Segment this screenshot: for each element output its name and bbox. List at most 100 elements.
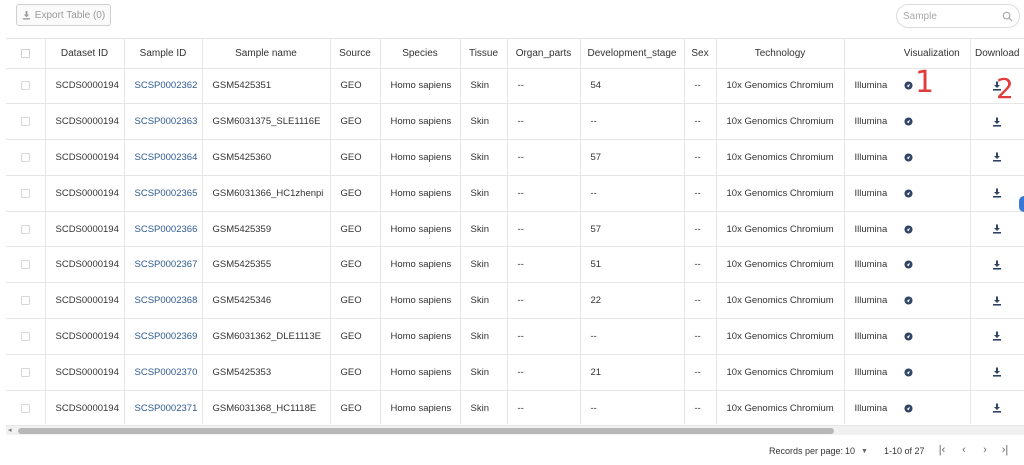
- table-row: SCDS0000194 SCSP0002366 GSM5425359 GEO Homo …: [6, 211, 1024, 248]
- column-header-organ-parts[interactable]: Organ_parts: [507, 39, 581, 69]
- sex-cell: --: [684, 390, 717, 424]
- page-range: 1-10 of 27: [884, 446, 925, 456]
- organ-parts-cell: --: [507, 211, 581, 248]
- sample-id-link[interactable]: SCSP0002371: [124, 390, 203, 424]
- column-header-dataset-id[interactable]: Dataset ID: [45, 39, 125, 69]
- tissue-cell: Skin: [460, 246, 508, 284]
- row-checkbox[interactable]: [20, 224, 30, 234]
- horizontal-scrollbar[interactable]: ◂: [6, 425, 1024, 435]
- row-checkbox[interactable]: [20, 403, 30, 413]
- column-header-sample-name[interactable]: Sample name: [202, 39, 331, 69]
- eye-circle-icon[interactable]: [904, 81, 913, 90]
- sample-id-link[interactable]: SCSP0002369: [124, 318, 203, 355]
- sample-id-link[interactable]: SCSP0002364: [124, 139, 203, 176]
- eye-circle-icon[interactable]: [904, 117, 913, 126]
- scrollbar-thumb[interactable]: [18, 428, 834, 434]
- column-header-development-stage[interactable]: Development_stage: [580, 39, 685, 69]
- select-all-checkbox-cell[interactable]: [6, 39, 46, 69]
- download-icon[interactable]: [992, 331, 1002, 342]
- sex-cell: --: [684, 246, 717, 284]
- select-all-checkbox[interactable]: [20, 48, 30, 58]
- species-cell: Homo sapiens: [380, 282, 461, 320]
- eye-circle-icon[interactable]: [904, 296, 913, 305]
- download-icon[interactable]: [992, 152, 1002, 163]
- column-header-source[interactable]: Source: [330, 39, 381, 69]
- column-header-visualization[interactable]: Visualization: [894, 39, 971, 69]
- scroll-left-arrow-icon[interactable]: ◂: [8, 427, 14, 434]
- technology-cell: 10x Genomics Chromium: [716, 354, 845, 391]
- row-checkbox[interactable]: [20, 188, 30, 198]
- row-checkbox-cell[interactable]: [6, 282, 46, 320]
- column-header-download[interactable]: Download: [970, 39, 1024, 69]
- last-page-icon[interactable]: ›|: [999, 444, 1011, 458]
- row-checkbox-cell[interactable]: [6, 390, 46, 424]
- eye-circle-icon[interactable]: [904, 153, 913, 162]
- export-table-button[interactable]: Export Table (0): [16, 4, 111, 26]
- row-checkbox-cell[interactable]: [6, 103, 46, 141]
- download-icon[interactable]: [992, 260, 1002, 270]
- download-icon[interactable]: [992, 188, 1002, 198]
- eye-circle-icon[interactable]: [904, 368, 913, 377]
- row-checkbox-cell[interactable]: [6, 139, 46, 176]
- source-cell: GEO: [330, 139, 381, 176]
- sample-name-cell: GSM6031368_HC1118E: [202, 390, 331, 424]
- column-header-technology[interactable]: Technology: [716, 39, 845, 69]
- download-icon[interactable]: [992, 367, 1002, 377]
- row-checkbox[interactable]: [20, 152, 30, 162]
- row-checkbox[interactable]: [20, 367, 30, 377]
- first-page-icon[interactable]: |‹: [936, 444, 948, 458]
- row-checkbox[interactable]: [20, 117, 30, 127]
- sample-id-link[interactable]: SCSP0002367: [124, 246, 203, 284]
- column-header-sex[interactable]: Sex: [684, 39, 717, 69]
- floating-side-button[interactable]: [1019, 196, 1024, 212]
- sample-id-link[interactable]: SCSP0002366: [124, 211, 203, 248]
- eye-circle-icon[interactable]: [904, 332, 913, 341]
- development-stage-cell: 54: [580, 68, 685, 105]
- row-checkbox[interactable]: [20, 81, 30, 91]
- eye-circle-icon[interactable]: [904, 403, 913, 413]
- search-input[interactable]: [903, 8, 999, 24]
- visualization-cell: [894, 354, 971, 391]
- sample-id-link[interactable]: SCSP0002368: [124, 282, 203, 320]
- eye-circle-icon[interactable]: [904, 225, 913, 234]
- column-header-tissue[interactable]: Tissue: [460, 39, 508, 69]
- sample-id-link[interactable]: SCSP0002362: [124, 68, 203, 105]
- row-checkbox-cell[interactable]: [6, 246, 46, 284]
- sample-id-link[interactable]: SCSP0002363: [124, 103, 203, 141]
- row-checkbox-cell[interactable]: [6, 211, 46, 248]
- download-icon[interactable]: [992, 296, 1002, 306]
- pinned-row: [894, 175, 1024, 212]
- previous-page-icon[interactable]: ‹: [958, 444, 970, 458]
- row-checkbox[interactable]: [20, 331, 30, 341]
- next-page-icon[interactable]: ›: [979, 444, 991, 458]
- dataset-id-cell: SCDS0000194: [45, 354, 125, 391]
- sample-id-link[interactable]: SCSP0002365: [124, 175, 203, 212]
- visualization-cell: [894, 175, 971, 212]
- sample-id-link[interactable]: SCSP0002370: [124, 354, 203, 391]
- download-icon[interactable]: [992, 117, 1002, 127]
- pinned-row: [894, 211, 1024, 248]
- source-cell: GEO: [330, 318, 381, 355]
- visualization-cell: [894, 211, 971, 248]
- tissue-cell: Skin: [460, 175, 508, 212]
- development-stage-cell: 21: [580, 354, 685, 391]
- row-checkbox-cell[interactable]: [6, 68, 46, 105]
- search-box[interactable]: [896, 4, 1020, 28]
- row-checkbox-cell[interactable]: [6, 175, 46, 212]
- eye-circle-icon[interactable]: [904, 260, 913, 269]
- download-icon[interactable]: [992, 403, 1002, 413]
- development-stage-cell: --: [580, 390, 685, 424]
- row-checkbox[interactable]: [20, 296, 30, 306]
- sample-name-cell: GSM5425359: [202, 211, 331, 248]
- column-header-species[interactable]: Species: [380, 39, 461, 69]
- pagination: Records per page: 10 ▼ 1-10 of 27 |‹ ‹ ›…: [0, 440, 1024, 462]
- row-checkbox-cell[interactable]: [6, 354, 46, 391]
- eye-circle-icon[interactable]: [904, 189, 913, 198]
- row-checkbox[interactable]: [20, 260, 30, 270]
- dataset-id-cell: SCDS0000194: [45, 211, 125, 248]
- download-icon[interactable]: [992, 224, 1002, 234]
- row-checkbox-cell[interactable]: [6, 318, 46, 355]
- column-header-sample-id[interactable]: Sample ID: [124, 39, 203, 69]
- records-per-page-select[interactable]: 10 ▼: [845, 444, 875, 458]
- search-icon[interactable]: [1002, 11, 1013, 22]
